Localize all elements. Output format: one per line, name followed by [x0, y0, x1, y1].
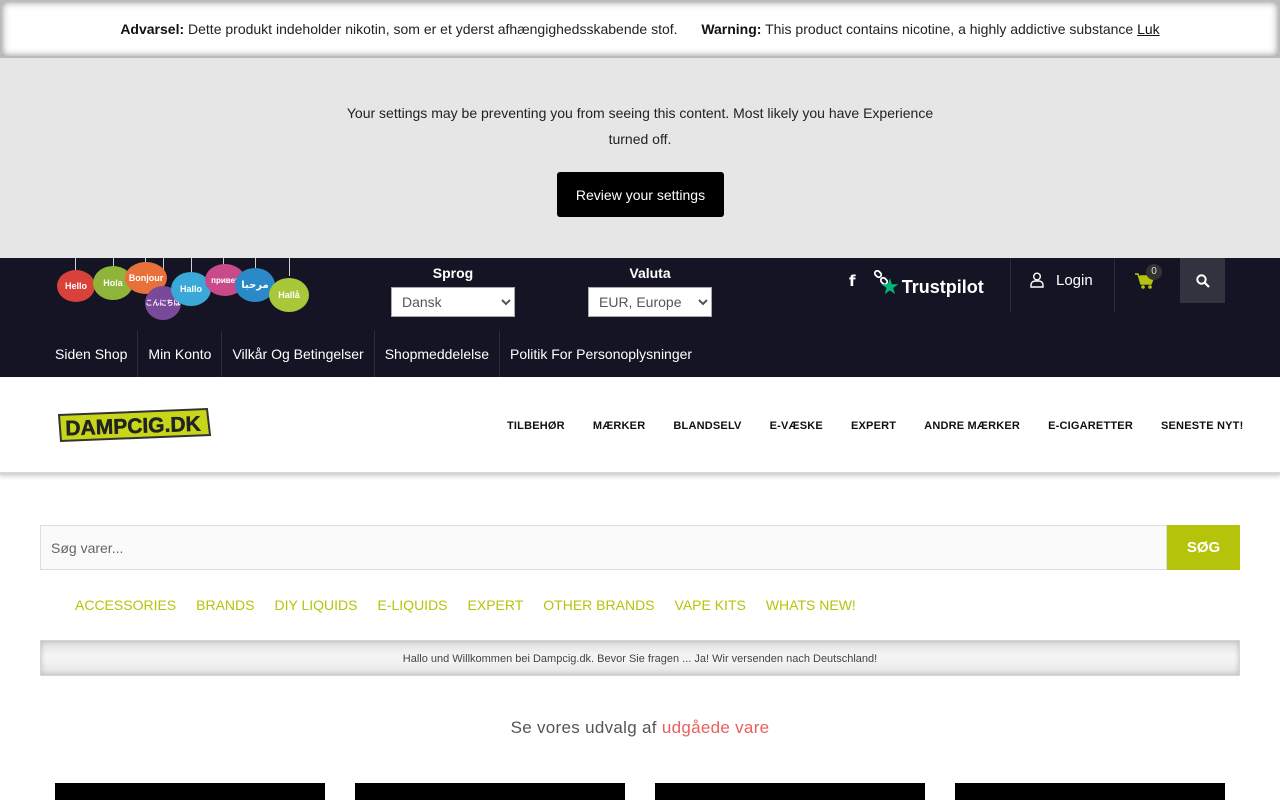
currency-select[interactable]: EUR, Europe — [588, 287, 712, 317]
trustpilot-star-icon: ★ — [880, 274, 900, 299]
product-search-input[interactable] — [40, 525, 1167, 570]
discontinued-link[interactable]: udgåede vare — [662, 718, 770, 737]
category-brands[interactable]: BRANDS — [186, 595, 264, 615]
currency-select-group: Valuta EUR, Europe — [588, 263, 712, 317]
nav-seneste-nyt[interactable]: SENESTE NYT! — [1147, 415, 1257, 437]
product-card[interactable] — [355, 783, 625, 800]
category-other-brands[interactable]: OTHER BRANDS — [533, 595, 664, 615]
sub-nav-shopmeddelelse[interactable]: Shopmeddelelse — [373, 331, 499, 377]
category-vape-kits[interactable]: VAPE KITS — [665, 595, 756, 615]
sub-nav-min-konto[interactable]: Min Konto — [137, 331, 221, 377]
trustpilot-logo[interactable]: ★ Trustpilot — [880, 274, 986, 300]
svg-text:DAMPCIG.DK: DAMPCIG.DK — [65, 413, 201, 441]
search-submit-button[interactable]: SØG — [1167, 525, 1240, 570]
nav-e-cigaretter[interactable]: E-CIGARETTER — [1034, 415, 1147, 437]
category-e-liquids[interactable]: E-LIQUIDS — [368, 595, 458, 615]
language-select[interactable]: Dansk — [391, 287, 515, 317]
warning-text-da: Dette produkt indeholder nikotin, som er… — [188, 21, 678, 37]
warning-close-link[interactable]: Luk — [1137, 21, 1160, 37]
category-accessories[interactable]: ACCESSORIES — [65, 595, 186, 615]
review-settings-button[interactable]: Review your settings — [557, 172, 724, 217]
site-logo[interactable]: DAMPCIG.DK — [57, 405, 212, 443]
product-card[interactable] — [655, 783, 925, 800]
main-nav-menu: TILBEHØR MÆRKER BLANDSELV E-VÆSKE EXPERT… — [493, 415, 1257, 437]
category-diy-liquids[interactable]: DIY LIQUIDS — [265, 595, 368, 615]
settings-notice: Your settings may be preventing you from… — [0, 58, 1280, 258]
user-icon — [1030, 272, 1044, 288]
warning-label-en: Warning: — [701, 21, 762, 37]
language-label: Sprog — [432, 265, 474, 281]
welcome-banner: Hallo und Willkommen bei Dampcig.dk. Bev… — [40, 640, 1240, 676]
currency-label: Valuta — [629, 265, 671, 281]
product-card[interactable] — [55, 783, 325, 800]
warning-text-en: This product contains nicotine, a highly… — [765, 21, 1134, 37]
cart-count-badge: 0 — [1146, 264, 1162, 280]
language-select-group: Sprog Dansk — [391, 263, 515, 317]
bubble-halla: Hallå — [269, 278, 309, 312]
header-divider — [1010, 258, 1011, 312]
category-links: ACCESSORIES BRANDS DIY LIQUIDS E-LIQUIDS… — [65, 595, 866, 615]
sub-nav-siden-shop[interactable]: Siden Shop — [45, 331, 137, 377]
category-expert[interactable]: EXPERT — [458, 595, 534, 615]
sub-nav-terms[interactable]: Vilkår Og Betingelser — [221, 331, 373, 377]
facebook-icon[interactable]: f — [849, 272, 861, 290]
nicotine-warning-bar: Advarsel: Dette produkt indeholder nikot… — [0, 0, 1280, 58]
header-divider — [1114, 258, 1115, 312]
nav-e-vaeske[interactable]: E-VÆSKE — [756, 415, 837, 437]
bubble-hello: Hello — [57, 270, 95, 302]
language-bubbles-image: Hello Hola Bonjour こんにちは Hallo привет مر… — [55, 258, 310, 322]
warning-label-da: Advarsel: — [120, 21, 185, 37]
nav-maerker[interactable]: MÆRKER — [579, 415, 660, 437]
settings-message: Your settings may be preventing you from… — [346, 105, 934, 147]
nav-blandselv[interactable]: BLANDSELV — [659, 415, 755, 437]
search-toggle-button[interactable] — [1180, 258, 1225, 303]
nav-tilbehor[interactable]: TILBEHØR — [493, 415, 579, 437]
login-link[interactable]: Login — [1030, 270, 1093, 290]
nav-expert[interactable]: EXPERT — [837, 415, 910, 437]
sub-nav-privacy[interactable]: Politik For Personoplysninger — [499, 331, 702, 377]
search-icon — [1195, 273, 1210, 288]
nav-andre-maerker[interactable]: ANDRE MÆRKER — [910, 415, 1034, 437]
category-whats-new[interactable]: WHATS NEW! — [756, 595, 866, 615]
product-card[interactable] — [955, 783, 1225, 800]
discontinued-heading: Se vores udvalg af udgåede vare — [510, 718, 770, 737]
secondary-nav: Siden Shop Min Konto Vilkår Og Betingels… — [45, 331, 702, 377]
